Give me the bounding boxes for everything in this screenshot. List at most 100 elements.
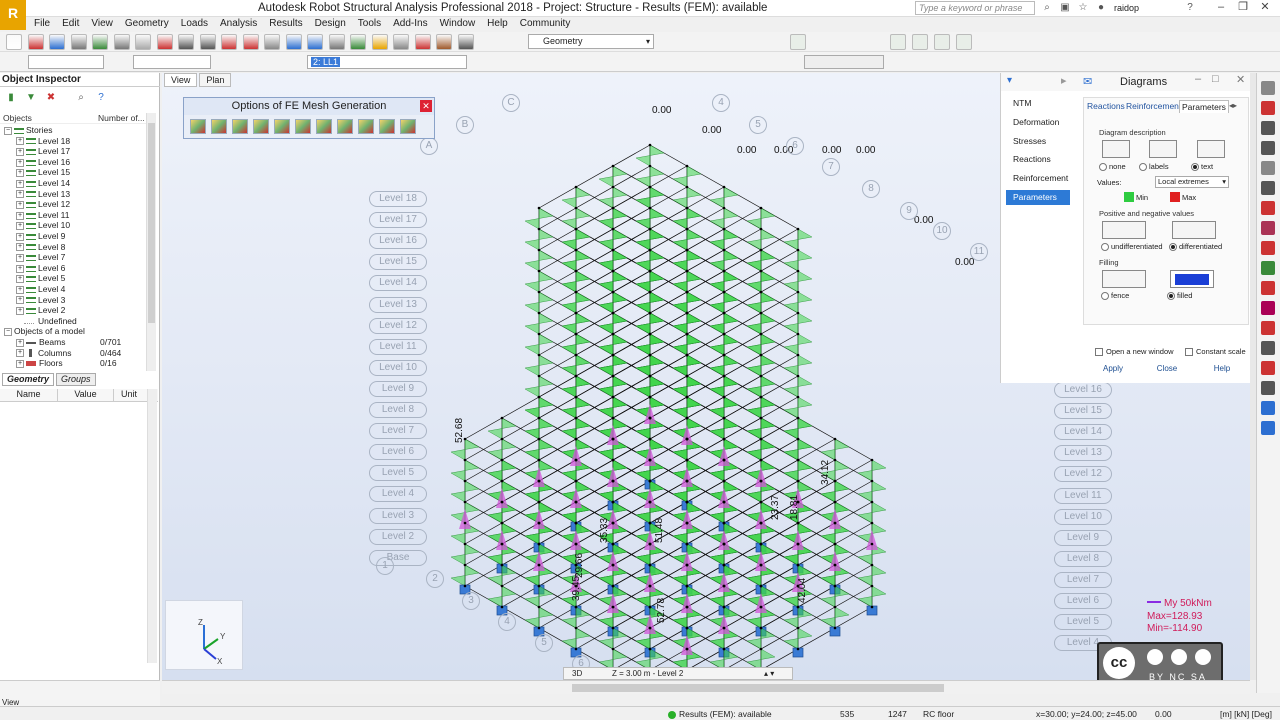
menu-edit[interactable]: Edit <box>56 17 85 31</box>
mesh-icon[interactable] <box>371 34 388 50</box>
fence-option[interactable]: fence <box>1101 291 1129 301</box>
fe-tool-1-icon[interactable] <box>190 119 206 134</box>
star-icon[interactable]: ☆ <box>1076 2 1090 14</box>
side-tool-7-icon[interactable] <box>1261 201 1275 215</box>
undifferentiated-preview[interactable] <box>1102 221 1146 239</box>
loads-icon[interactable] <box>393 34 409 50</box>
close-icon[interactable]: ✕ <box>1254 0 1276 15</box>
props-scrollbar[interactable] <box>147 389 157 663</box>
cart-icon[interactable]: ▣ <box>1058 2 1072 14</box>
minimize-icon[interactable]: – <box>1210 0 1232 15</box>
side-tool-16-icon[interactable] <box>1261 381 1275 395</box>
binoculars-icon[interactable]: ⌕ <box>1040 2 1054 14</box>
desc-labels-preview[interactable] <box>1149 140 1177 158</box>
undo-icon[interactable] <box>199 34 216 50</box>
tree-level-item[interactable]: + Level 8 <box>0 242 146 253</box>
diagram-category-stresses[interactable]: Stresses <box>1006 134 1070 149</box>
new-icon[interactable] <box>6 34 22 50</box>
tree-stories[interactable]: − Stories <box>0 125 146 136</box>
search-input[interactable]: Type a keyword or phrase <box>915 1 1035 15</box>
view-tool-1-icon[interactable] <box>790 34 806 50</box>
fence-preview[interactable] <box>1102 270 1146 288</box>
close-button[interactable]: Close <box>1146 362 1188 376</box>
combo-2[interactable] <box>133 55 211 69</box>
view-tool-5-icon[interactable] <box>956 34 972 50</box>
print-icon[interactable] <box>70 34 87 50</box>
viewport-scrollbar[interactable] <box>1250 73 1256 680</box>
tree-level-item[interactable]: + Level 11 <box>0 210 146 221</box>
copy-icon[interactable] <box>135 34 151 50</box>
app-logo[interactable]: R <box>0 0 26 30</box>
fe-tool-3-icon[interactable] <box>232 119 248 134</box>
menu-analysis[interactable]: Analysis <box>214 17 263 31</box>
fe-tool-9-icon[interactable] <box>358 119 374 134</box>
tree-level-item[interactable]: + Level 4 <box>0 284 146 295</box>
tree-beams[interactable]: + Beams 0/701 <box>0 337 146 348</box>
tree-objects-of-model[interactable]: − Objects of a model <box>0 326 146 337</box>
tab-plan[interactable]: Plan <box>199 73 232 87</box>
fe-tool-11-icon[interactable] <box>400 119 416 134</box>
menu-community[interactable]: Community <box>514 17 577 31</box>
layout-select[interactable]: Geometry ▾ <box>528 34 654 49</box>
cut-icon[interactable] <box>156 34 173 50</box>
tree-level-item[interactable]: + Level 9 <box>0 231 146 242</box>
info-icon[interactable]: ? <box>94 92 108 104</box>
tree-floors[interactable]: + Floors 0/16 <box>0 358 146 369</box>
desc-none-preview[interactable] <box>1102 140 1130 158</box>
menu-window[interactable]: Window <box>434 17 482 31</box>
side-tool-1-icon[interactable] <box>1261 81 1275 95</box>
save-icon[interactable] <box>49 34 65 50</box>
differentiated-preview[interactable] <box>1172 221 1216 239</box>
tree-columns[interactable]: + Columns 0/464 <box>0 348 146 359</box>
minimize-icon[interactable]: – <box>1195 73 1201 85</box>
filter-icon[interactable]: ▼ <box>24 92 38 104</box>
side-tool-10-icon[interactable] <box>1261 261 1275 275</box>
tree-level-item[interactable]: + Level 16 <box>0 157 146 168</box>
tab-scroll-icon[interactable]: ◂▸ <box>1229 101 1237 110</box>
min-color-swatch[interactable] <box>1124 192 1134 202</box>
menu-help[interactable]: Help <box>481 17 514 31</box>
tree-level-item[interactable]: + Level 14 <box>0 178 146 189</box>
desc-text-preview[interactable] <box>1197 140 1225 158</box>
fe-tool-8-icon[interactable] <box>337 119 353 134</box>
tree-scrollbar[interactable] <box>146 113 156 371</box>
side-tool-3-icon[interactable] <box>1261 121 1275 135</box>
menu-loads[interactable]: Loads <box>175 17 214 31</box>
lock-icon[interactable] <box>242 34 259 50</box>
diagram-category-reactions[interactable]: Reactions <box>1006 152 1070 167</box>
values-select[interactable]: Local extremes ▾ <box>1155 176 1229 188</box>
tree-undefined[interactable]: Undefined <box>0 316 146 327</box>
tree-icon[interactable]: ▮ <box>4 92 18 104</box>
tree-level-item[interactable]: + Level 17 <box>0 146 146 157</box>
filled-option[interactable]: filled <box>1167 291 1192 301</box>
combo-3[interactable] <box>804 55 884 69</box>
select-icon[interactable] <box>328 34 345 50</box>
menu-geometry[interactable]: Geometry <box>119 17 175 31</box>
diagram-category-reinforcement[interactable]: Reinforcement <box>1006 171 1070 186</box>
differentiated-option[interactable]: differentiated <box>1169 242 1222 252</box>
tree-level-item[interactable]: + Level 13 <box>0 189 146 200</box>
side-tool-14-icon[interactable] <box>1261 341 1275 355</box>
diagram-category-ntm[interactable]: NTM <box>1006 96 1070 111</box>
side-tool-4-icon[interactable] <box>1261 141 1275 155</box>
menu-design[interactable]: Design <box>309 17 352 31</box>
tab-reactions[interactable]: Reactions <box>1085 100 1127 113</box>
view-z-level[interactable]: Z = 3.00 m - Level 2 <box>612 668 683 679</box>
diagram-category-deformation[interactable]: Deformation <box>1006 115 1070 130</box>
menu-view[interactable]: View <box>85 17 119 31</box>
desc-labels-option[interactable]: labels <box>1139 162 1169 172</box>
table-icon[interactable] <box>457 34 474 50</box>
tree-level-item[interactable]: + Level 15 <box>0 167 146 178</box>
side-tool-9-icon[interactable] <box>1261 241 1275 255</box>
side-tool-13-icon[interactable] <box>1261 321 1275 335</box>
tree-level-item[interactable]: + Level 5 <box>0 273 146 284</box>
side-tool-17-icon[interactable] <box>1261 401 1275 415</box>
constant-scale-checkbox[interactable]: Constant scale <box>1185 347 1246 357</box>
tree-level-item[interactable]: + Level 12 <box>0 199 146 210</box>
side-tool-18-icon[interactable] <box>1261 421 1275 435</box>
desc-none-option[interactable]: none <box>1099 162 1126 172</box>
tree-level-item[interactable]: + Level 3 <box>0 295 146 306</box>
tab-reinforcement[interactable]: Reinforcement <box>1124 100 1183 113</box>
zoom-icon[interactable] <box>264 34 280 50</box>
tab-groups[interactable]: Groups <box>56 373 96 386</box>
